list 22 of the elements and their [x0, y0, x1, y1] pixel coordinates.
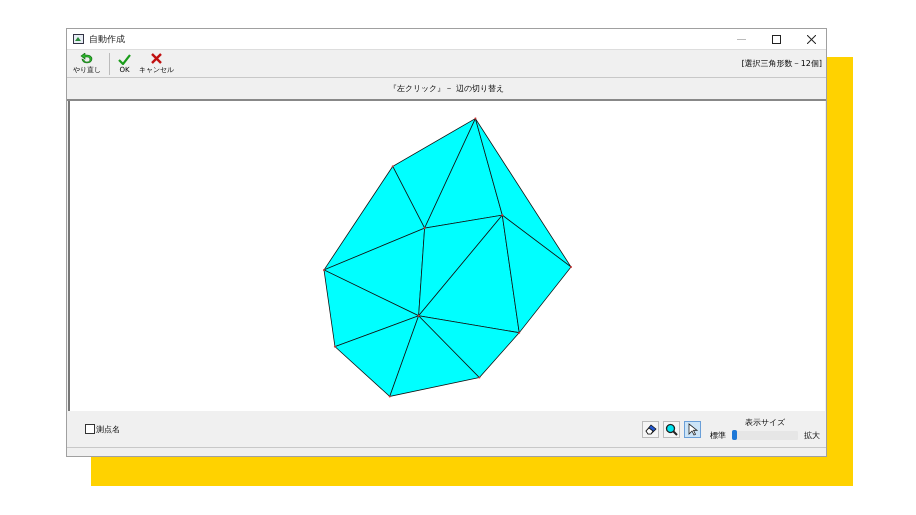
pointer-tool-button[interactable] — [684, 420, 701, 438]
pointer-icon — [688, 422, 698, 436]
eraser-icon — [644, 423, 656, 435]
maximize-icon — [772, 34, 780, 44]
checkmark-icon — [118, 54, 131, 64]
app-icon — [73, 34, 84, 44]
selected-count: [選択三角形数－12個] — [742, 58, 822, 69]
slider-thumb[interactable] — [732, 430, 737, 440]
eraser-tool-button[interactable] — [642, 420, 659, 438]
size-slider[interactable] — [732, 431, 798, 440]
window-title: 自動作成 — [89, 34, 126, 46]
enlarge-label: 拡大 — [804, 430, 820, 441]
standard-label: 標準 — [710, 430, 726, 441]
display-size-label: 表示サイズ — [744, 417, 786, 428]
cross-icon — [151, 52, 162, 64]
curved-arrow-icon — [80, 52, 94, 64]
minimize-icon — [736, 38, 746, 40]
close-icon — [806, 34, 816, 44]
magnifier-icon — [665, 422, 678, 436]
zoom-tool-button[interactable] — [663, 420, 680, 438]
point-name-checkbox[interactable]: 測点名 — [85, 424, 120, 434]
hint-text: 『左クリック』－ 辺の切り替え — [389, 83, 504, 94]
